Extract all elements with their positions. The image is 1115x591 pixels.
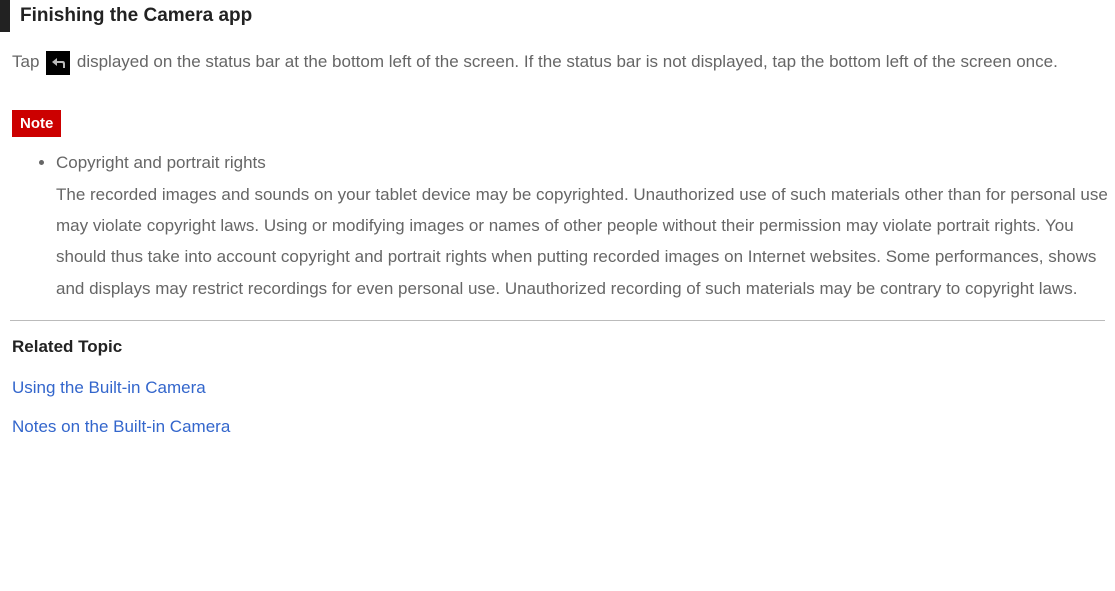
related-link-notes[interactable]: Notes on the Built-in Camera — [12, 413, 1115, 442]
note-label: Note — [20, 115, 53, 132]
instruction-paragraph: Tap displayed on the status bar at the b… — [0, 46, 1115, 78]
related-link-camera[interactable]: Using the Built-in Camera — [12, 374, 1115, 403]
related-topic-heading: Related Topic — [12, 333, 1115, 362]
para-text-before: Tap — [12, 52, 44, 71]
note-item-body: The recorded images and sounds on your t… — [56, 185, 1108, 298]
note-item: Copyright and portrait rights The record… — [56, 147, 1115, 304]
back-icon — [46, 51, 70, 75]
note-item-title: Copyright and portrait rights — [56, 153, 266, 172]
section-heading: Finishing the Camera app — [0, 0, 1115, 32]
heading-text: Finishing the Camera app — [20, 0, 1115, 32]
para-text-after: displayed on the status bar at the botto… — [77, 52, 1058, 71]
note-badge: Note — [12, 110, 61, 138]
note-list: Copyright and portrait rights The record… — [0, 147, 1115, 304]
section-divider — [10, 320, 1105, 321]
